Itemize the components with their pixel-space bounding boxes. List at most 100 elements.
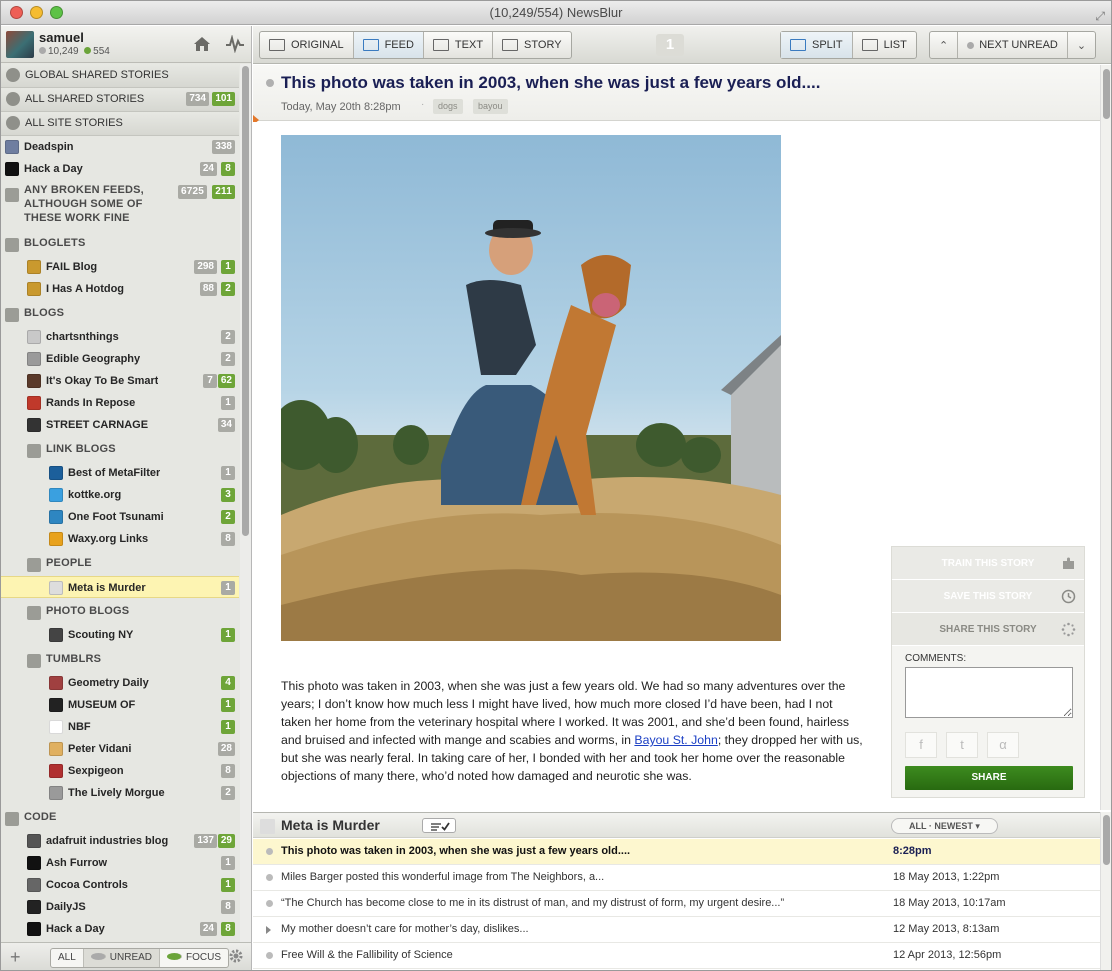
feed-label: The Lively Morgue: [68, 787, 165, 799]
sidebar-scroll-thumb[interactable]: [242, 66, 249, 536]
feed-favicon-icon: [27, 418, 41, 432]
feed-item-18[interactable]: Meta is Murder 1: [1, 576, 239, 598]
positive-count-badge: 1: [221, 878, 235, 892]
folder-6[interactable]: BLOGS: [1, 300, 239, 326]
feed-item-25[interactable]: Peter Vidani 28: [1, 738, 239, 760]
feed-item-11[interactable]: STREET CARNAGE 34: [1, 414, 239, 436]
feed-item-23[interactable]: MUSEUM OF 1: [1, 694, 239, 716]
story-scrollbar[interactable]: [1100, 65, 1111, 810]
story-title[interactable]: This photo was taken in 2003, when she w…: [281, 73, 820, 93]
feed-label: Edible Geography: [46, 353, 141, 365]
feed-item-15[interactable]: One Foot Tsunami 2: [1, 506, 239, 528]
share-story-tab[interactable]: SHARE THIS STORY: [892, 613, 1084, 646]
filter-focus[interactable]: FOCUS: [160, 949, 228, 967]
bayou-st-john-link[interactable]: Bayou St. John: [634, 733, 717, 747]
activity-icon[interactable]: [225, 35, 245, 53]
home-icon[interactable]: [193, 35, 211, 53]
avatar[interactable]: [6, 31, 34, 58]
feed-label: DailyJS: [46, 901, 86, 913]
minimize-window-button[interactable]: [30, 6, 43, 19]
feed-button[interactable]: FEED: [353, 32, 424, 58]
story-button[interactable]: STORY: [493, 32, 571, 58]
feed-item-20[interactable]: Scouting NY 1: [1, 624, 239, 646]
folder-2[interactable]: ANY BROKEN FEEDS, ALTHOUGH SOME OF THESE W…: [1, 180, 239, 230]
story-list-scrollbar[interactable]: [1100, 812, 1111, 970]
story-row[interactable]: This photo was taken in 2003, when she w…: [253, 839, 1100, 865]
app-window: (10,249/554) NewsBlur ⤢ samuel 10,249 55…: [0, 0, 1112, 971]
feed-item-5[interactable]: I Has A Hotdog 2 88: [1, 278, 239, 300]
feed-item-31[interactable]: Cocoa Controls 1: [1, 874, 239, 896]
feed-item-14[interactable]: kottke.org 3: [1, 484, 239, 506]
feed-label: Cocoa Controls: [46, 879, 128, 891]
special-row-1[interactable]: ALL SHARED STORIES 101 734: [1, 88, 239, 112]
appdotnet-share-button[interactable]: α: [987, 732, 1019, 758]
facebook-share-button[interactable]: f: [905, 732, 937, 758]
feed-label: Meta is Murder: [68, 582, 146, 594]
folder-3[interactable]: BLOGLETS: [1, 230, 239, 256]
mark-all-read-button[interactable]: [422, 818, 456, 833]
feed-item-8[interactable]: Edible Geography 2: [1, 348, 239, 370]
focus-label: FOCUS: [186, 952, 222, 963]
feed-item-29[interactable]: adafruit industries blog 29 137: [1, 830, 239, 852]
filter-all[interactable]: ALL: [51, 949, 84, 967]
gear-icon[interactable]: [228, 948, 244, 964]
folder-icon: [27, 654, 41, 668]
special-row-0[interactable]: GLOBAL SHARED STORIES: [1, 64, 239, 88]
feed-item-30[interactable]: Ash Furrow 1: [1, 852, 239, 874]
original-button[interactable]: ORIGINAL: [260, 32, 354, 58]
train-story-label: TRAIN THIS STORY: [941, 558, 1035, 569]
special-row-2[interactable]: ALL SITE STORIES: [1, 112, 239, 136]
feed-item-4[interactable]: FAIL Blog 1 298: [1, 256, 239, 278]
close-window-button[interactable]: [10, 6, 23, 19]
story-order-dropdown[interactable]: ALL · NEWEST ▾: [891, 818, 998, 834]
username[interactable]: samuel: [39, 30, 84, 45]
next-story-button[interactable]: ⌄: [1068, 32, 1095, 58]
list-button[interactable]: LIST: [853, 32, 916, 58]
feed-item-27[interactable]: The Lively Morgue 2: [1, 782, 239, 804]
previous-story-button[interactable]: ⌃: [930, 32, 959, 58]
share-panel: TRAIN THIS STORY SAVE THIS STORY SHARE T…: [891, 546, 1085, 798]
split-button[interactable]: SPLIT: [781, 32, 853, 58]
feed-item-24[interactable]: NBF 1: [1, 716, 239, 738]
feed-item-26[interactable]: Sexpigeon 8: [1, 760, 239, 782]
next-unread-button[interactable]: NEXT UNREAD: [958, 32, 1068, 58]
sidebar-scrollbar[interactable]: [240, 64, 251, 942]
feed-item-32[interactable]: DailyJS 8: [1, 896, 239, 918]
special-row-label: ALL SHARED STORIES: [25, 93, 145, 105]
story-list-scroll-thumb[interactable]: [1103, 815, 1110, 865]
save-story-button[interactable]: SAVE THIS STORY: [892, 580, 1084, 613]
story-row[interactable]: My mother doesn’t care for mother’s day,…: [253, 917, 1100, 943]
neutral-count-badge: 7: [203, 374, 217, 388]
story-row[interactable]: “The Church has become close to me in it…: [253, 891, 1100, 917]
folder-12[interactable]: LINK BLOGS: [1, 436, 239, 462]
text-button[interactable]: TEXT: [424, 32, 494, 58]
story-row[interactable]: Free Will & the Fallibility of Science 12…: [253, 943, 1100, 969]
fullscreen-icon[interactable]: ⤢: [1095, 5, 1105, 28]
feed-item-33[interactable]: Hack a Day 8 24: [1, 918, 239, 940]
zoom-window-button[interactable]: [50, 6, 63, 19]
story-scroll-thumb[interactable]: [1103, 69, 1110, 119]
feed-item-13[interactable]: Best of MetaFilter 1: [1, 462, 239, 484]
story-row[interactable]: Miles Barger posted this wonderful image…: [253, 865, 1100, 891]
add-feed-icon[interactable]: +: [10, 947, 21, 967]
feed-item-9[interactable]: It's Okay To Be Smart 62 7: [1, 370, 239, 392]
feed-item-10[interactable]: Rands In Repose 1: [1, 392, 239, 414]
filter-unread[interactable]: UNREAD: [83, 949, 161, 967]
feed-item-22[interactable]: Geometry Daily 4: [1, 672, 239, 694]
comment-textarea[interactable]: [905, 667, 1073, 718]
share-button[interactable]: SHARE: [905, 766, 1073, 790]
feed-item-1[interactable]: Hack a Day 8 24: [1, 158, 239, 180]
twitter-share-button[interactable]: t: [946, 732, 978, 758]
train-story-button[interactable]: TRAIN THIS STORY: [892, 547, 1084, 580]
feed-item-0[interactable]: Deadspin 338: [1, 136, 239, 158]
folder-19[interactable]: PHOTO BLOGS: [1, 598, 239, 624]
folder-17[interactable]: PEOPLE: [1, 550, 239, 576]
feed-label: adafruit industries blog: [46, 835, 169, 847]
story-tag-bayou[interactable]: bayou: [473, 99, 508, 114]
feed-item-7[interactable]: chartsnthings 2: [1, 326, 239, 348]
folder-28[interactable]: CODE: [1, 804, 239, 830]
feed-item-16[interactable]: Waxy.org Links 8: [1, 528, 239, 550]
chevron-down-icon: ⌄: [1076, 39, 1087, 52]
folder-21[interactable]: TUMBLRS: [1, 646, 239, 672]
story-tag-dogs[interactable]: dogs: [433, 99, 463, 114]
